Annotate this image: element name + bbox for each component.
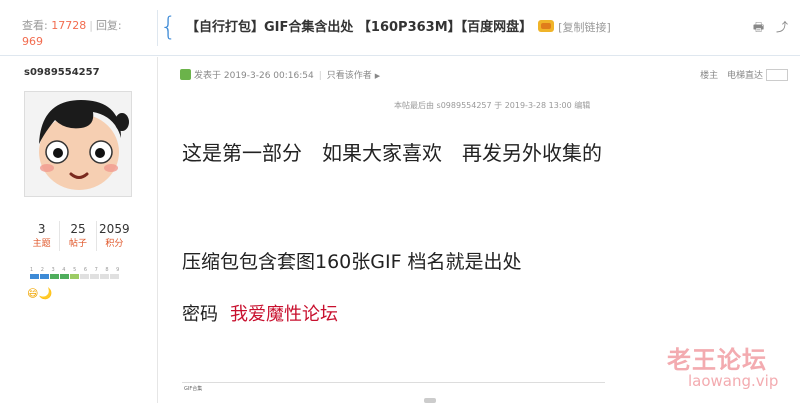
post-text-line: 这是第一部分 如果大家喜欢 再发另外收集的 — [182, 141, 602, 165]
recommend-icon — [538, 20, 555, 32]
thread-header: 查看: 17728 | 回复: 969 { 【自行打包】GIF合集含出处 【160P… — [0, 0, 800, 56]
avatar[interactable] — [24, 91, 132, 197]
watermark-text: 老王论坛 — [667, 346, 767, 374]
floor-label: 楼主 — [700, 71, 719, 81]
post-time: 发表于 2019-3-26 00:16:54 — [194, 71, 314, 81]
stat-label: 积分 — [105, 239, 124, 249]
level-block — [80, 274, 89, 279]
watermark-url: laowang.vip — [688, 372, 779, 390]
direct-label: 电梯直达 — [726, 71, 763, 81]
post-text-line: 压缩包包含套图160张GIF 档名就是出处 — [182, 251, 522, 273]
replies-count: 969 — [22, 35, 43, 48]
level-block — [40, 274, 49, 279]
column-divider — [157, 57, 158, 403]
floor-jump-input[interactable] — [766, 69, 788, 81]
meta-separator: | — [318, 71, 322, 81]
stat-value: 3 — [37, 222, 46, 236]
author-stat-topics[interactable]: 3 主题 — [24, 221, 61, 251]
level-block — [100, 274, 109, 279]
stat-value: 25 — [70, 222, 86, 236]
online-status-icon — [180, 69, 191, 80]
avatar-image — [25, 92, 131, 196]
share-icon[interactable]: ⤴ — [776, 20, 788, 34]
header-divider — [157, 10, 158, 46]
author-stats: 3 主题 25 帖子 2059 积分 — [24, 221, 132, 251]
replies-label: 回复: — [95, 19, 122, 32]
level-block — [90, 274, 99, 279]
only-author-link[interactable]: 只看该作者 — [327, 71, 372, 81]
print-icon[interactable]: 🖶 — [753, 20, 764, 34]
stat-label: 帖子 — [68, 239, 87, 249]
views-label: 查看: — [22, 19, 48, 32]
stat-label: 主题 — [32, 239, 51, 249]
author-stat-points[interactable]: 2059 积分 — [97, 221, 132, 251]
author-panel: s0989554257 3 主题 25 帖子 2059 积分 1 2 3 4 5… — [0, 57, 157, 403]
edited-notice: 本帖最后由 s0989554257 于 2019-3-28 13:00 编辑 — [394, 101, 591, 110]
password-label: 密码 — [182, 304, 218, 325]
attachment-divider — [182, 382, 605, 383]
author-username[interactable]: s0989554257 — [24, 67, 100, 78]
level-block — [50, 274, 59, 279]
medal-icons: 😄🌙 — [27, 287, 53, 300]
level-block — [70, 274, 79, 279]
stat-value: 2059 — [99, 222, 130, 236]
forum-thread-page: 查看: 17728 | 回复: 969 { 【自行打包】GIF合集含出处 【160P… — [0, 0, 800, 403]
attachment-thumbnail[interactable] — [424, 398, 436, 403]
level-numbers: 1 2 3 4 5 6 7 8 9 — [30, 267, 123, 273]
password-value: 我爱魔性论坛 — [230, 304, 338, 325]
password-line: 密码 我爱魔性论坛 — [182, 300, 338, 326]
stats-separator: | — [89, 19, 93, 32]
header-tools: 🖶 ⤴ — [745, 18, 788, 39]
level-blocks — [30, 274, 122, 279]
thread-title-row: 【自行打包】GIF合集含出处 【160P363M】【百度网盘】 [复制链接] — [186, 16, 611, 35]
thread-title: 【自行打包】GIF合集含出处 【160P363M】【百度网盘】 — [186, 20, 533, 35]
floor-controls: 楼主 电梯直达 — [700, 68, 788, 81]
level-block — [60, 274, 69, 279]
triangle-right-icon: ▶ — [374, 72, 381, 80]
level-block — [110, 274, 119, 279]
views-count: 17728 — [51, 19, 87, 32]
thread-stats: 查看: 17728 | 回复: 969 — [22, 18, 122, 50]
attachment-caption: GIF合集 — [184, 386, 203, 392]
level-block — [30, 274, 39, 279]
copy-link-button[interactable]: [复制链接] — [558, 21, 611, 34]
brace-icon: { — [160, 12, 177, 42]
level-bar: 1 2 3 4 5 6 7 8 9 — [30, 267, 122, 279]
post-meta: 发表于 2019-3-26 00:16:54 | 只看该作者 ▶ — [180, 68, 380, 81]
author-stat-posts[interactable]: 25 帖子 — [60, 221, 97, 251]
